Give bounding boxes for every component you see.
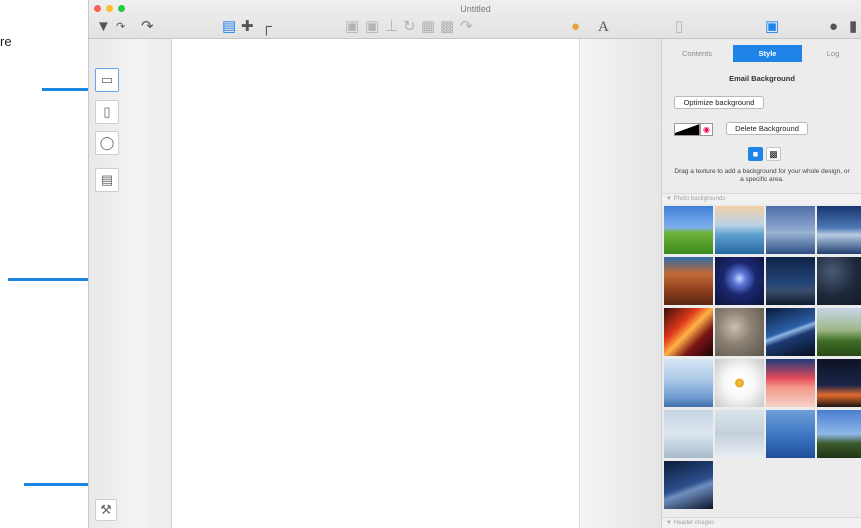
send-backward-icon[interactable]: ▣ — [365, 19, 379, 35]
font-icon[interactable]: A — [598, 19, 609, 35]
color-picker-icon[interactable]: ◉ — [700, 123, 713, 136]
photo-backgrounds-label: Photo backgrounds — [673, 196, 726, 202]
design-canvas[interactable] — [172, 39, 579, 528]
blue-sea-photo[interactable] — [766, 206, 815, 254]
night-mountain-photo[interactable] — [766, 257, 815, 305]
text-effect-icon[interactable]: ↷ — [460, 19, 473, 35]
layout-blocks-icon[interactable]: ▤ — [222, 19, 236, 35]
sea-horizon-photo[interactable] — [715, 206, 764, 254]
header-images-header[interactable]: ▼ Header images — [662, 517, 861, 528]
replace-image-icon[interactable]: ▩ — [440, 19, 454, 35]
phone-layout-icon[interactable]: ▯ — [95, 100, 119, 124]
crosshair-icon[interactable]: ✚ — [241, 19, 254, 35]
daisy-photo[interactable] — [715, 359, 764, 407]
document-icon[interactable]: ▯ — [675, 19, 683, 35]
boat-mist-photo[interactable] — [664, 359, 713, 407]
wildflower-photo[interactable] — [817, 308, 861, 356]
layout-toolbar: ▭ ▯ ◯ ▤ ⚒ — [89, 39, 172, 528]
palm-trees-photo[interactable] — [817, 410, 861, 458]
canyon-hoodoo-photo[interactable] — [664, 257, 713, 305]
background-hint: Drag a texture to add a background for y… — [674, 168, 850, 183]
template-icon[interactable]: ▤ — [95, 168, 119, 192]
city-lights-photo[interactable] — [664, 308, 713, 356]
photo-backgrounds-header[interactable]: ▼ Photo backgrounds — [662, 193, 861, 204]
fog-horizon-photo[interactable] — [664, 410, 713, 458]
desktop-layout-icon[interactable]: ▭ — [95, 68, 119, 92]
rotate-icon[interactable]: ↻ — [403, 19, 416, 35]
tab-contents[interactable]: Contents — [662, 45, 732, 62]
tab-style[interactable]: Style — [733, 45, 802, 62]
delete-background-button[interactable]: Delete Background — [726, 122, 808, 135]
fireworks-photo[interactable] — [715, 257, 764, 305]
inspector-tabs: Contents Style Log — [662, 45, 861, 62]
panel-title: Email Background — [729, 74, 795, 83]
photo-mode-button[interactable]: ▩ — [766, 147, 781, 161]
pink-sunset-photo[interactable] — [766, 359, 815, 407]
window-icon[interactable]: ▣ — [765, 19, 779, 35]
canvas-margin — [579, 39, 662, 528]
window-title: Untitled — [460, 4, 491, 14]
redo-icon[interactable]: ↷ — [141, 19, 154, 35]
texture-mode-button[interactable]: ■ — [748, 147, 763, 161]
bring-forward-icon[interactable]: ▣ — [345, 19, 359, 35]
corner-icon[interactable]: ┌ — [261, 19, 272, 35]
background-color-swatch[interactable] — [674, 123, 700, 136]
ocean-waves-photo[interactable] — [766, 410, 815, 458]
mouse-icon[interactable]: ◯ — [95, 131, 119, 155]
panel-toggle-icon[interactable]: ▮ — [849, 19, 857, 35]
page-text-fragment: re — [0, 34, 12, 49]
inspector-panel: Contents Style Log Email Background Opti… — [661, 39, 861, 528]
title-bar: Untitled ▼ ↷ ↷ ▤ ✚ ┌ ▣ ▣ ⊥ ↻ ▦ ▩ ↷ ● A ▯… — [89, 0, 861, 39]
starry-sky-photo[interactable] — [817, 257, 861, 305]
mountain-cloud-photo[interactable] — [817, 206, 861, 254]
tab-log[interactable]: Log — [803, 45, 861, 62]
hammer-icon[interactable]: ⚒ — [95, 499, 117, 521]
green-hill-photo[interactable] — [664, 206, 713, 254]
header-images-label: Header images — [673, 520, 715, 526]
color-palette-icon[interactable]: ● — [571, 19, 580, 35]
pen-icon[interactable]: ● — [829, 19, 838, 35]
align-icon[interactable]: ⊥ — [385, 19, 398, 35]
night-sky-photo[interactable] — [664, 461, 713, 509]
optimize-background-button[interactable]: Optimize background — [674, 96, 764, 109]
pointer-tool-icon[interactable]: ▼ — [96, 19, 111, 35]
pebbles-photo[interactable] — [715, 308, 764, 356]
frosted-trees-photo[interactable] — [715, 410, 764, 458]
app-window: Untitled ▼ ↷ ↷ ▤ ✚ ┌ ▣ ▣ ⊥ ↻ ▦ ▩ ↷ ● A ▯… — [88, 0, 861, 528]
milky-way-photo[interactable] — [766, 308, 815, 356]
text-path-icon[interactable]: ↷ — [116, 19, 125, 35]
dusk-horizon-photo[interactable] — [817, 359, 861, 407]
image-icon[interactable]: ▦ — [421, 19, 435, 35]
